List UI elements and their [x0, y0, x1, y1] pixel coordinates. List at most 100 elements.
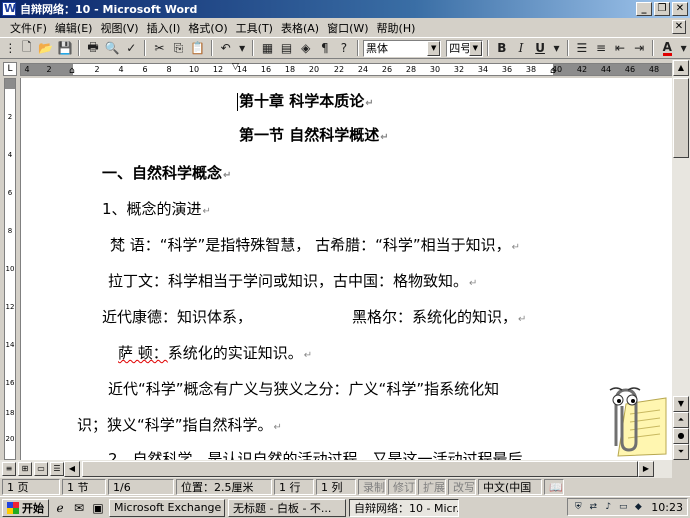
- select-browse-object-icon[interactable]: ●: [673, 428, 689, 444]
- undo-icon[interactable]: ↶: [217, 39, 235, 57]
- paragraph-mark-icon: ↵: [511, 242, 521, 253]
- new-document-icon[interactable]: 🗋: [18, 39, 36, 57]
- vertical-ruler[interactable]: 2 4 6 8 10 12 14 16 18 20: [0, 78, 20, 460]
- print-icon[interactable]: 🖶: [84, 39, 102, 57]
- task-word[interactable]: 自辩网络：10 - Micr...: [349, 498, 459, 517]
- document-map-icon[interactable]: ◈: [297, 39, 315, 57]
- help-icon[interactable]: ?: [335, 39, 353, 57]
- status-record-mode[interactable]: 录制: [358, 479, 386, 495]
- numbering-icon[interactable]: ☰: [573, 39, 591, 57]
- menu-bar: 文件(F) 编辑(E) 视图(V) 插入(I) 格式(O) 工具(T) 表格(A…: [0, 18, 690, 37]
- web-layout-view-icon[interactable]: ⊞: [18, 462, 32, 476]
- bullets-icon[interactable]: ≡: [592, 39, 610, 57]
- font-color-button[interactable]: A: [658, 39, 676, 57]
- menu-insert[interactable]: 插入(I): [143, 20, 185, 36]
- top-margin-area: [5, 79, 15, 89]
- underline-button[interactable]: U: [531, 39, 549, 57]
- scroll-right-icon[interactable]: ▶: [638, 461, 654, 477]
- clock[interactable]: 10:23: [651, 501, 683, 514]
- increase-indent-icon[interactable]: ⇥: [630, 39, 648, 57]
- scroll-down-icon[interactable]: ▼: [673, 396, 689, 412]
- show-hide-marks-icon[interactable]: ¶: [316, 39, 334, 57]
- italic-button[interactable]: I: [512, 39, 530, 57]
- decrease-indent-icon[interactable]: ⇤: [611, 39, 629, 57]
- previous-page-icon[interactable]: ⏶: [673, 412, 689, 428]
- vertical-scrollbar[interactable]: ▲ ▼ ⏶ ● ⏷: [672, 60, 690, 460]
- status-track-changes-mode[interactable]: 修订: [388, 479, 416, 495]
- ruler-tick: 30: [429, 65, 441, 74]
- menu-format[interactable]: 格式(O): [184, 20, 231, 36]
- horizontal-scrollbar[interactable]: ≡ ⊞ ▭ ☰ ◀ ▶: [0, 460, 672, 478]
- menu-window[interactable]: 窗口(W): [323, 20, 372, 36]
- status-overtype-mode[interactable]: 改写: [448, 479, 476, 495]
- tray-shield-icon[interactable]: ⛨: [572, 501, 584, 513]
- paste-icon[interactable]: 📋: [189, 39, 207, 57]
- scroll-thumb[interactable]: [673, 78, 689, 158]
- font-color-dropdown-icon[interactable]: ▾: [677, 39, 690, 57]
- ruler-tick: 42: [576, 65, 588, 74]
- print-preview-icon[interactable]: 🔍: [103, 39, 121, 57]
- normal-view-icon[interactable]: ≡: [2, 462, 16, 476]
- cut-icon[interactable]: ✂: [150, 39, 168, 57]
- word-app-icon[interactable]: [2, 2, 16, 16]
- tray-network-icon[interactable]: ⇄: [587, 501, 599, 513]
- internet-explorer-icon[interactable]: ℯ: [52, 500, 68, 516]
- ruler-track[interactable]: 4 2 2 4 6 8 10 12 14 16 18 20 22 24 26 2…: [20, 62, 682, 76]
- close-button[interactable]: ✕: [672, 2, 688, 16]
- right-indent-marker-icon[interactable]: ⌂: [550, 66, 556, 76]
- horizontal-scroll-thumb[interactable]: [82, 461, 638, 477]
- menu-table[interactable]: 表格(A): [277, 20, 323, 36]
- outlook-icon[interactable]: ✉: [71, 500, 87, 516]
- vruler-tick: 14: [5, 341, 15, 349]
- menu-view[interactable]: 视图(V): [96, 20, 142, 36]
- status-line: 1 行: [274, 479, 314, 495]
- document-page[interactable]: 第十章 科学本质论↵ 第一节 自然科学概述↵ 一、自然科学概念↵ 1、概念的演进…: [20, 78, 672, 460]
- paragraph-mark-icon: ↵: [365, 98, 374, 109]
- horizontal-ruler[interactable]: L 4 2 2 4 6 8 10 12 14 16 18 20 22 24 26…: [0, 60, 690, 78]
- window-title: 自辩网络：10 - Microsoft Word: [20, 3, 198, 16]
- start-button[interactable]: 开始: [2, 498, 49, 517]
- font-size-select[interactable]: 四号 ▼: [446, 39, 483, 57]
- menu-tools[interactable]: 工具(T): [232, 20, 277, 36]
- status-extend-mode[interactable]: 扩展: [418, 479, 446, 495]
- restore-button[interactable]: ❐: [654, 2, 670, 16]
- task-exchange[interactable]: Microsoft Exchange ...: [109, 498, 225, 517]
- menu-help[interactable]: 帮助(H): [373, 20, 420, 36]
- copy-icon[interactable]: ⎘: [169, 39, 187, 57]
- title-bar[interactable]: 自辩网络：10 - Microsoft Word _ ❐ ✕: [0, 0, 690, 18]
- scroll-up-icon[interactable]: ▲: [673, 60, 689, 76]
- outline-view-icon[interactable]: ☰: [50, 462, 64, 476]
- tray-app-icon[interactable]: ◆: [632, 501, 644, 513]
- undo-dropdown-icon[interactable]: ▾: [236, 39, 249, 57]
- underline-dropdown-icon[interactable]: ▾: [550, 39, 563, 57]
- menu-file[interactable]: 文件(F): [6, 20, 51, 36]
- chevron-down-icon[interactable]: ▼: [427, 40, 441, 56]
- task-whiteboard[interactable]: 无标题 - 白板 - 不...: [228, 498, 346, 517]
- tray-monitor-icon[interactable]: ▭: [617, 501, 629, 513]
- open-folder-icon[interactable]: 📂: [37, 39, 55, 57]
- scroll-left-icon[interactable]: ◀: [64, 461, 80, 477]
- ruler-tick: 28: [405, 65, 417, 74]
- vertical-ruler-track[interactable]: 2 4 6 8 10 12 14 16 18 20: [4, 78, 16, 460]
- document-close-button[interactable]: ✕: [672, 20, 686, 34]
- show-desktop-icon[interactable]: ▣: [90, 500, 106, 516]
- left-indent-marker-icon[interactable]: ⌂: [69, 66, 75, 76]
- chevron-down-icon[interactable]: ▼: [468, 40, 482, 56]
- tables-borders-icon[interactable]: ▦: [258, 39, 276, 57]
- tray-volume-icon[interactable]: ♪: [602, 501, 614, 513]
- office-assistant-paperclip-icon[interactable]: [596, 384, 668, 464]
- tab-selector-icon[interactable]: L: [3, 62, 17, 76]
- spelling-status-icon[interactable]: 📖: [544, 479, 564, 495]
- print-layout-view-icon[interactable]: ▭: [34, 462, 48, 476]
- first-line-indent-marker-icon[interactable]: ▽: [232, 62, 239, 72]
- font-name-value: 黑体: [365, 42, 388, 55]
- menu-edit[interactable]: 编辑(E): [51, 20, 97, 36]
- font-name-select[interactable]: 黑体 ▼: [362, 39, 442, 57]
- bold-button[interactable]: B: [493, 39, 511, 57]
- subsection-heading-text: 一、自然科学概念: [102, 164, 223, 182]
- spelling-check-icon[interactable]: ✓: [122, 39, 140, 57]
- next-page-icon[interactable]: ⏷: [673, 444, 689, 460]
- save-icon[interactable]: 💾: [56, 39, 74, 57]
- insert-table-icon[interactable]: ▤: [278, 39, 296, 57]
- minimize-button[interactable]: _: [636, 2, 652, 16]
